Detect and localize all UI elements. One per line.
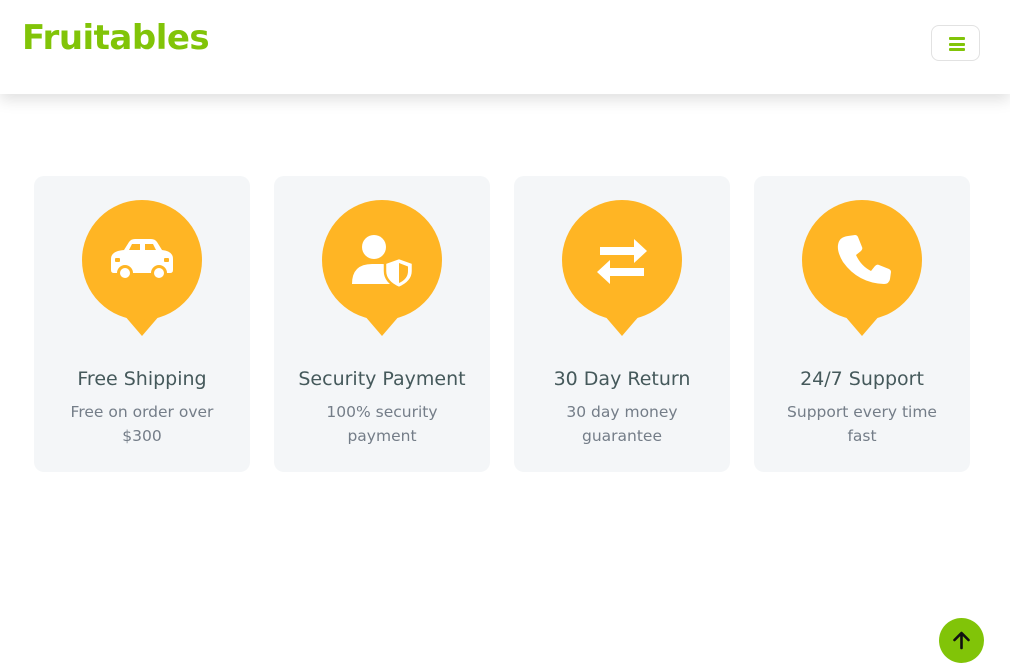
feature-badge	[82, 200, 202, 336]
navbar-toggle-button[interactable]	[931, 25, 980, 61]
feature-card-free-shipping: Free Shipping Free on order over $300	[34, 176, 250, 472]
phone-icon	[837, 235, 891, 284]
feature-title: 24/7 Support	[800, 368, 924, 390]
feature-card-30-day-return: 30 Day Return 30 day money guarantee	[514, 176, 730, 472]
user-shield-icon	[352, 235, 415, 290]
feature-badge	[802, 200, 922, 336]
car-icon	[111, 239, 173, 281]
feature-title: Security Payment	[298, 368, 466, 390]
back-to-top-button[interactable]	[939, 618, 984, 663]
feature-card-24-7-support: 24/7 Support Support every time fast	[754, 176, 970, 472]
feature-description: 30 day money guarantee	[566, 403, 678, 445]
bars-icon	[949, 37, 965, 51]
feature-card-security-payment: Security Payment 100% security payment	[274, 176, 490, 472]
feature-title: 30 Day Return	[553, 368, 691, 390]
brand-logo[interactable]: Fruitables	[22, 18, 210, 58]
features-section: Free Shipping Free on order over $300 Se…	[34, 176, 974, 472]
exchange-arrows-icon	[597, 239, 647, 284]
feature-badge	[322, 200, 442, 336]
arrow-up-icon	[953, 631, 970, 650]
feature-description: Support every time fast	[787, 403, 937, 445]
feature-description: 100% security payment	[326, 403, 438, 445]
feature-title: Free Shipping	[77, 368, 207, 390]
navbar: Fruitables	[0, 0, 1010, 94]
feature-badge	[562, 200, 682, 336]
feature-description: Free on order over $300	[70, 403, 214, 445]
